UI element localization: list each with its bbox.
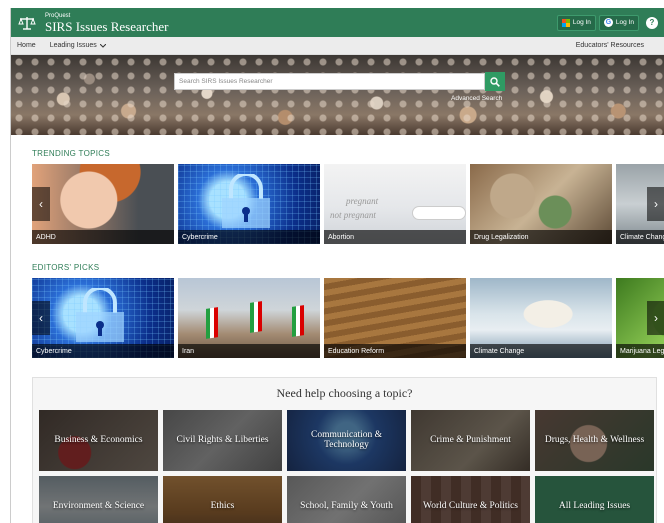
category-label: All Leading Issues <box>558 500 631 511</box>
category-label: World Culture & Politics <box>422 500 519 511</box>
search-placeholder: Search SIRS Issues Researcher <box>179 78 273 85</box>
nav-leading-issues[interactable]: Leading Issues <box>50 42 106 49</box>
pregnant-text: pregnant <box>346 196 379 206</box>
trending-topics-carousel: ADHD Cybercrime pregnant not pregnant Ab… <box>32 164 664 244</box>
help-panel-title: Need help choosing a topic? <box>276 386 413 400</box>
carousel-prev-arrow[interactable]: ‹ <box>32 187 50 221</box>
topic-card[interactable]: ADHD <box>32 164 174 244</box>
test-window <box>412 206 466 220</box>
iran-flag <box>250 301 262 333</box>
nav-educators-resources[interactable]: Educators' Resources <box>576 42 644 49</box>
topic-card-label: Iran <box>178 344 320 358</box>
nav-leading-issues-label: Leading Issues <box>49 42 97 49</box>
not-pregnant-text: not pregnant <box>330 210 376 220</box>
category-label: Crime & Punishment <box>430 434 511 445</box>
topic-category-grid: Business & Economics Civil Rights & Libe… <box>39 410 654 523</box>
topic-card[interactable]: Education Reform <box>324 278 466 358</box>
topic-help-panel: Need help choosing a topic? Business & E… <box>32 377 657 523</box>
crowd-image <box>11 55 664 135</box>
category-tile[interactable]: School, Family & Youth <box>287 476 406 523</box>
app-window: ProQuest SIRS Issues Researcher Log In G… <box>10 8 664 523</box>
topic-card-label: Drug Legalization <box>470 230 612 244</box>
iran-flag <box>206 307 218 339</box>
category-label: Drugs, Health & Wellness <box>544 434 645 445</box>
padlock-image <box>222 174 270 228</box>
topic-card[interactable]: Climate Change <box>470 278 612 358</box>
editors-picks-title: EDITORS' PICKS <box>32 263 100 272</box>
chevron-left-icon: ‹ <box>39 197 43 211</box>
nav-bar: Home Leading Issues Educators' Resources <box>11 37 664 55</box>
topic-card[interactable]: Cybercrime <box>178 164 320 244</box>
advanced-search-link[interactable]: Advanced Search <box>451 95 502 102</box>
topic-card-label: Climate Change <box>616 230 664 244</box>
help-icon[interactable]: ? <box>646 16 658 29</box>
nav-home[interactable]: Home <box>17 42 36 49</box>
microsoft-login-button[interactable]: Log In <box>556 14 596 31</box>
category-tile[interactable]: Civil Rights & Liberties <box>163 410 282 471</box>
brand-title: SIRS Issues Researcher <box>45 18 169 34</box>
search-icon <box>490 76 500 87</box>
topic-card-label: Cybercrime <box>32 344 174 358</box>
category-tile[interactable]: Communication & Technology <box>287 410 406 471</box>
topic-card-label: Climate Change <box>470 344 612 358</box>
editors-picks-carousel: Cybercrime Iran Education Reform Climate… <box>32 278 664 358</box>
padlock-image <box>76 288 124 342</box>
carousel-next-arrow[interactable]: › <box>647 301 664 335</box>
category-label: Civil Rights & Liberties <box>176 434 269 445</box>
topic-card-label: Cybercrime <box>178 230 320 244</box>
chevron-left-icon: ‹ <box>39 311 43 325</box>
category-label: Environment & Science <box>52 500 145 511</box>
topic-card-label: Abortion <box>324 230 466 244</box>
auth-area: Log In G Log In ? <box>556 14 658 31</box>
brand-publisher: ProQuest <box>45 12 71 19</box>
search-input[interactable]: Search SIRS Issues Researcher <box>174 73 485 90</box>
brand[interactable]: ProQuest SIRS Issues Researcher <box>45 13 168 33</box>
microsoft-icon <box>561 18 570 27</box>
category-tile[interactable]: Environment & Science <box>39 476 158 523</box>
scales-logo-icon[interactable] <box>17 13 37 33</box>
trending-topics-title: TRENDING TOPICS <box>32 149 110 158</box>
topic-card[interactable]: Drug Legalization <box>470 164 612 244</box>
category-tile[interactable]: Crime & Punishment <box>411 410 530 471</box>
carousel-next-arrow[interactable]: › <box>647 187 664 221</box>
carousel-prev-arrow[interactable]: ‹ <box>32 301 50 335</box>
category-label: Communication & Technology <box>311 429 382 450</box>
top-bar: ProQuest SIRS Issues Researcher Log In G… <box>11 8 664 37</box>
category-tile[interactable]: World Culture & Politics <box>411 476 530 523</box>
google-icon: G <box>603 18 613 27</box>
category-tile[interactable]: Business & Economics <box>39 410 158 471</box>
topic-card-label: Marijuana Legalization <box>616 344 664 358</box>
all-leading-issues-tile[interactable]: All Leading Issues <box>535 476 654 523</box>
hero-banner: Search SIRS Issues Researcher Advanced S… <box>11 55 664 135</box>
google-login-button[interactable]: G Log In <box>598 14 639 31</box>
chevron-down-icon <box>99 43 106 48</box>
category-tile[interactable]: Drugs, Health & Wellness <box>535 410 654 471</box>
google-login-label: Log In <box>615 19 634 26</box>
topic-card[interactable]: Iran <box>178 278 320 358</box>
iran-flag <box>292 305 304 337</box>
topic-card-label: ADHD <box>32 230 174 244</box>
topic-card[interactable]: pregnant not pregnant Abortion <box>324 164 466 244</box>
category-tile[interactable]: Ethics <box>163 476 282 523</box>
microsoft-login-label: Log In <box>572 19 591 26</box>
category-label: School, Family & Youth <box>300 500 393 511</box>
category-label: Business & Economics <box>54 434 143 445</box>
topic-card[interactable]: Cybercrime <box>32 278 174 358</box>
category-label: Ethics <box>210 500 235 511</box>
chevron-right-icon: › <box>654 197 658 211</box>
search-button[interactable] <box>485 72 505 91</box>
chevron-right-icon: › <box>654 311 658 325</box>
topic-card-label: Education Reform <box>324 344 466 358</box>
